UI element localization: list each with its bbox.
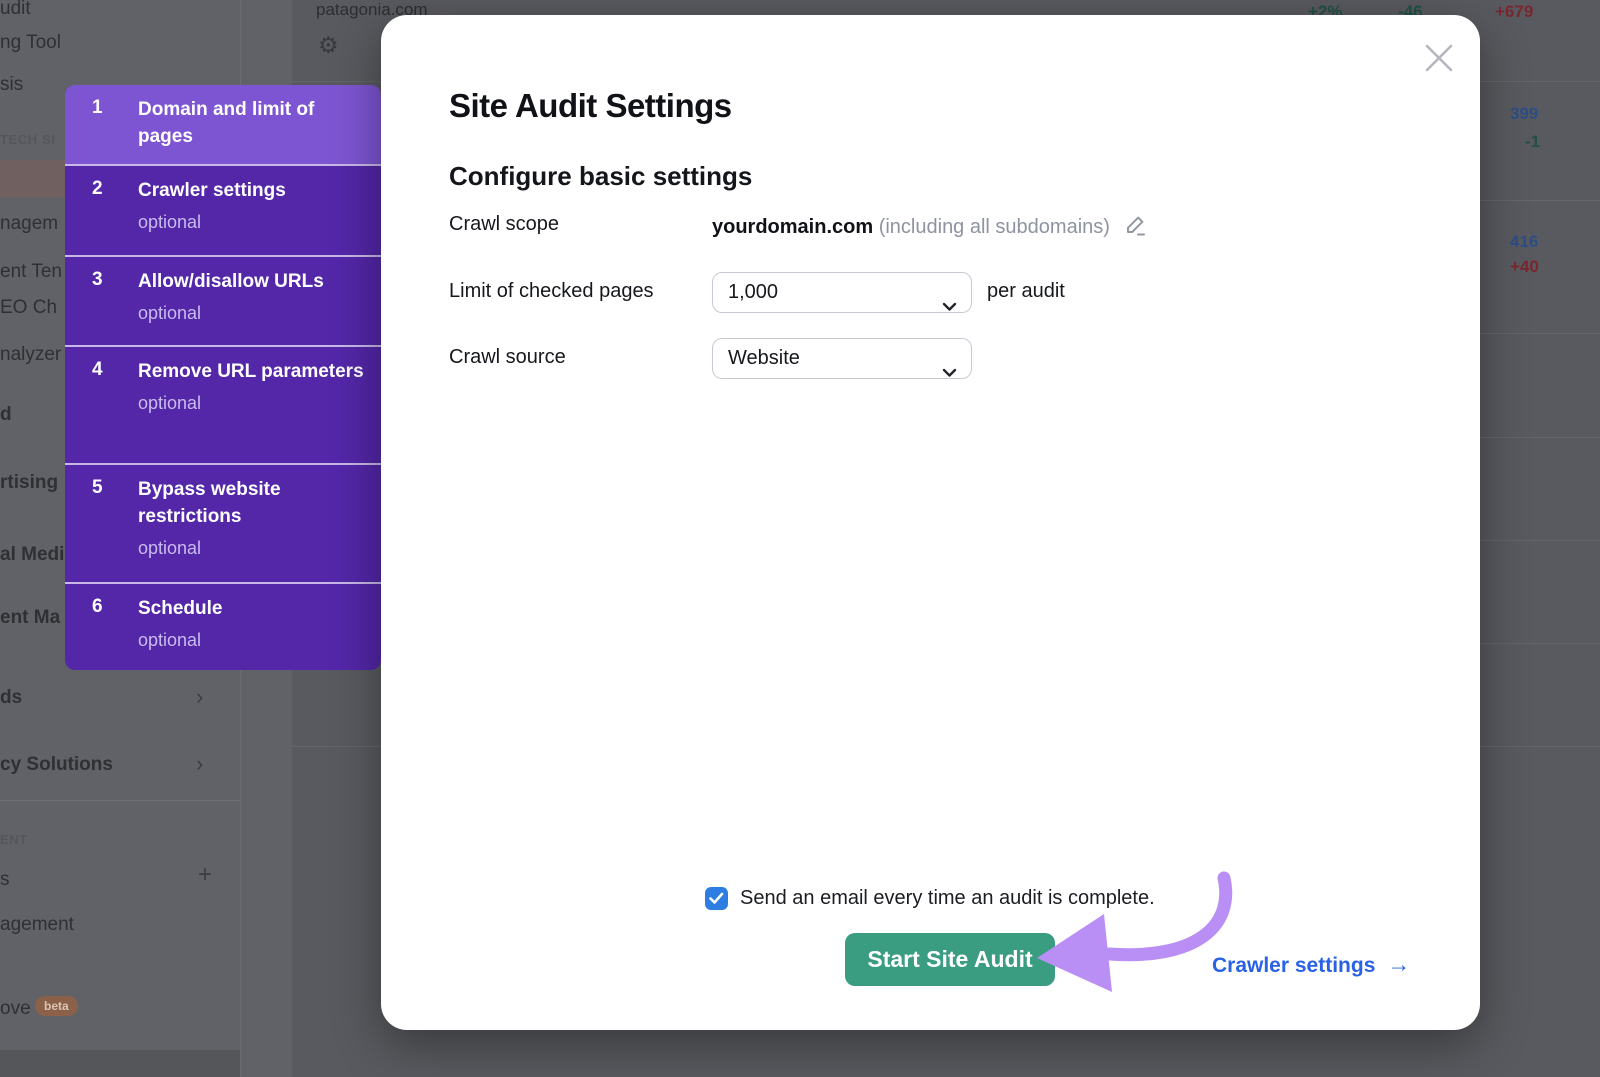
metric-value: +679 xyxy=(1495,2,1533,22)
sidebar-item: agement xyxy=(0,914,74,936)
crawl-source-value: Website xyxy=(728,347,800,369)
chevron-down-icon xyxy=(942,287,957,326)
gear-icon: ⚙ xyxy=(318,32,339,59)
step-title: Domain and limit of pages xyxy=(138,96,367,150)
step-crawler-settings[interactable]: 2 Crawler settings optional xyxy=(65,164,381,255)
step-schedule[interactable]: 6 Schedule optional xyxy=(65,582,381,670)
sidebar-item: ds xyxy=(0,687,22,709)
sidebar-section-label: ENT xyxy=(0,832,28,847)
step-title: Crawler settings xyxy=(138,177,367,204)
sidebar-item: sis xyxy=(0,74,23,96)
email-checkbox[interactable] xyxy=(705,887,728,910)
crawl-scope-domain: yourdomain.com xyxy=(712,216,873,238)
step-number: 3 xyxy=(92,269,103,291)
crawl-scope-label: Crawl scope xyxy=(449,213,559,236)
start-site-audit-button[interactable]: Start Site Audit xyxy=(845,933,1055,986)
metric-value: 416 xyxy=(1510,232,1538,252)
limit-of-pages-select[interactable]: 1,000 xyxy=(712,272,972,313)
step-number: 4 xyxy=(92,359,103,381)
email-checkbox-label: Send an email every time an audit is com… xyxy=(740,887,1155,910)
arrow-right-icon: → xyxy=(1387,951,1410,977)
per-audit-suffix: per audit xyxy=(987,280,1065,303)
step-optional-label: optional xyxy=(138,390,367,416)
step-title: Bypass website restrictions xyxy=(138,476,367,530)
crawl-source-label: Crawl source xyxy=(449,346,566,369)
beta-badge: beta xyxy=(35,996,78,1016)
step-number: 6 xyxy=(92,596,103,618)
limit-of-pages-label: Limit of checked pages xyxy=(449,280,654,303)
step-title: Remove URL parameters xyxy=(138,358,367,385)
sidebar-item: d xyxy=(0,404,12,426)
step-title: Allow/disallow URLs xyxy=(138,268,367,295)
crawler-settings-link-label: Crawler settings xyxy=(1212,954,1375,977)
step-optional-label: optional xyxy=(138,535,367,561)
modal-title: Site Audit Settings xyxy=(449,87,732,125)
step-number: 5 xyxy=(92,477,103,499)
section-heading: Configure basic settings xyxy=(449,161,752,192)
sidebar-item: s xyxy=(0,869,10,891)
step-domain-and-limit[interactable]: 1 Domain and limit of pages xyxy=(65,85,381,164)
site-audit-steps-nav: 1 Domain and limit of pages 2 Crawler se… xyxy=(65,85,381,670)
sidebar-item: nagem xyxy=(0,213,58,235)
sidebar-item: rtising xyxy=(0,472,58,494)
step-number: 1 xyxy=(92,97,103,119)
sidebar-item: udit xyxy=(0,0,31,20)
sidebar-item: al Medi xyxy=(0,544,64,566)
metric-value: +40 xyxy=(1510,257,1539,277)
crawl-scope-note: (including all subdomains) xyxy=(879,216,1110,238)
divider xyxy=(0,800,240,801)
step-optional-label: optional xyxy=(138,209,367,235)
plus-icon: + xyxy=(198,864,212,886)
crawl-scope-value: yourdomain.com (including all subdomains… xyxy=(712,214,1147,243)
sidebar-item: ng Tool xyxy=(0,32,61,54)
step-optional-label: optional xyxy=(138,300,367,326)
metric-value: 399 xyxy=(1510,104,1538,124)
chevron-down-icon xyxy=(942,353,957,392)
crawler-settings-link[interactable]: Crawler settings → xyxy=(1212,951,1410,978)
sidebar-footer-strip xyxy=(0,1050,240,1077)
sidebar-item: ove xyxy=(0,998,31,1020)
chevron-right-icon: › xyxy=(196,754,203,774)
close-icon[interactable] xyxy=(1422,41,1456,75)
metric-value: -1 xyxy=(1525,132,1540,152)
crawl-source-select[interactable]: Website xyxy=(712,338,972,379)
sidebar-item: EO Ch xyxy=(0,297,57,319)
edit-pencil-icon[interactable] xyxy=(1124,214,1147,243)
sidebar-item: nalyzer xyxy=(0,344,61,366)
sidebar-section-label: TECH SI xyxy=(0,132,55,147)
step-optional-label: optional xyxy=(138,627,367,653)
sidebar-item: ent Ten xyxy=(0,261,62,283)
chevron-right-icon: › xyxy=(196,687,203,707)
step-allow-disallow-urls[interactable]: 3 Allow/disallow URLs optional xyxy=(65,255,381,345)
site-audit-settings-modal: Site Audit Settings Configure basic sett… xyxy=(381,15,1480,1030)
step-title: Schedule xyxy=(138,595,367,622)
sidebar-item: cy Solutions xyxy=(0,754,113,776)
step-remove-url-parameters[interactable]: 4 Remove URL parameters optional xyxy=(65,345,381,463)
step-bypass-website-restrictions[interactable]: 5 Bypass website restrictions optional xyxy=(65,463,381,582)
sidebar-item: ent Ma xyxy=(0,607,60,629)
limit-of-pages-value: 1,000 xyxy=(728,281,778,303)
step-number: 2 xyxy=(92,178,103,200)
